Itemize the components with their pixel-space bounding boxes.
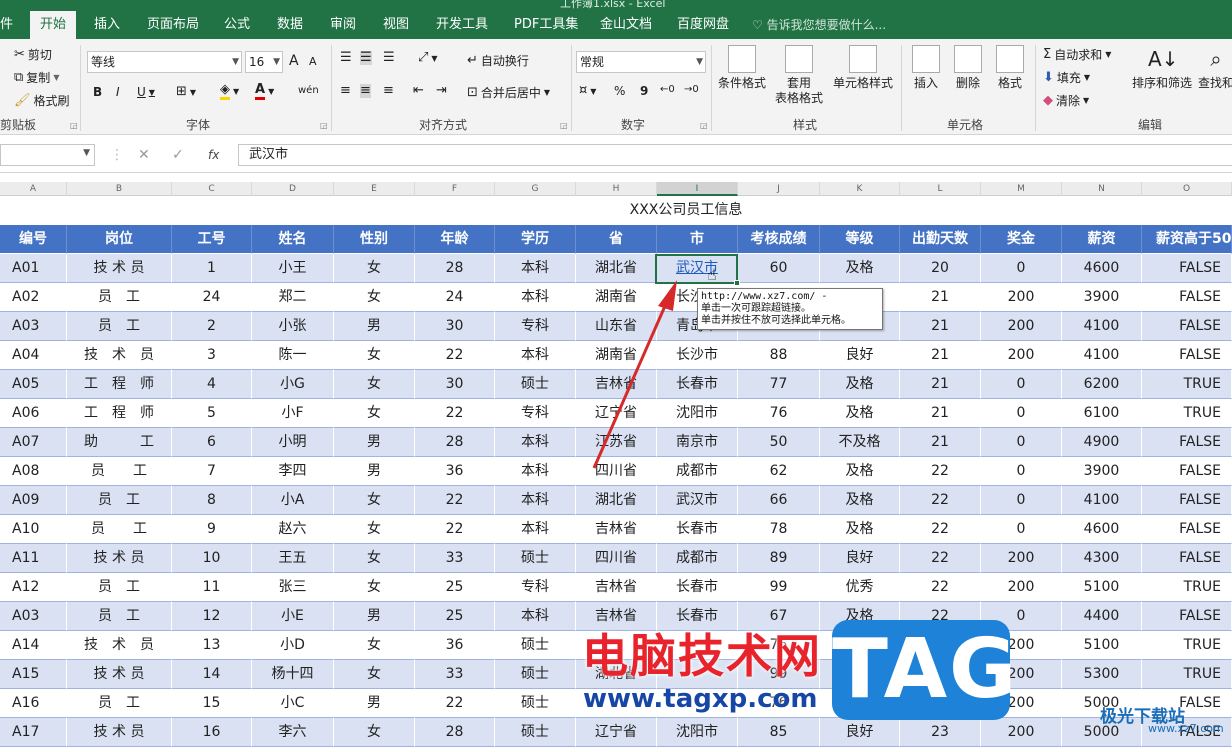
watermark-url: www.tagxp.com — [583, 684, 818, 714]
arrow-head — [658, 280, 677, 311]
arrow-shaft — [592, 305, 667, 469]
tooltip-line2: 单击并按住不放可选择此单元格。 — [701, 315, 851, 326]
tooltip-url: http://www.xz7.com/ - — [701, 291, 828, 302]
hyperlink-tooltip: http://www.xz7.com/ - 单击一次可跟踪超链接。 单击并按住不… — [697, 288, 883, 330]
hand-cursor-icon: ☝ — [707, 265, 717, 284]
tooltip-line1: 单击一次可跟踪超链接。 — [701, 303, 811, 314]
watermark-text: 电脑技术网 — [582, 629, 822, 683]
watermark-tag-logo: TAG — [832, 620, 1016, 720]
corner-watermark-url: www.xz7.com — [1148, 722, 1224, 735]
